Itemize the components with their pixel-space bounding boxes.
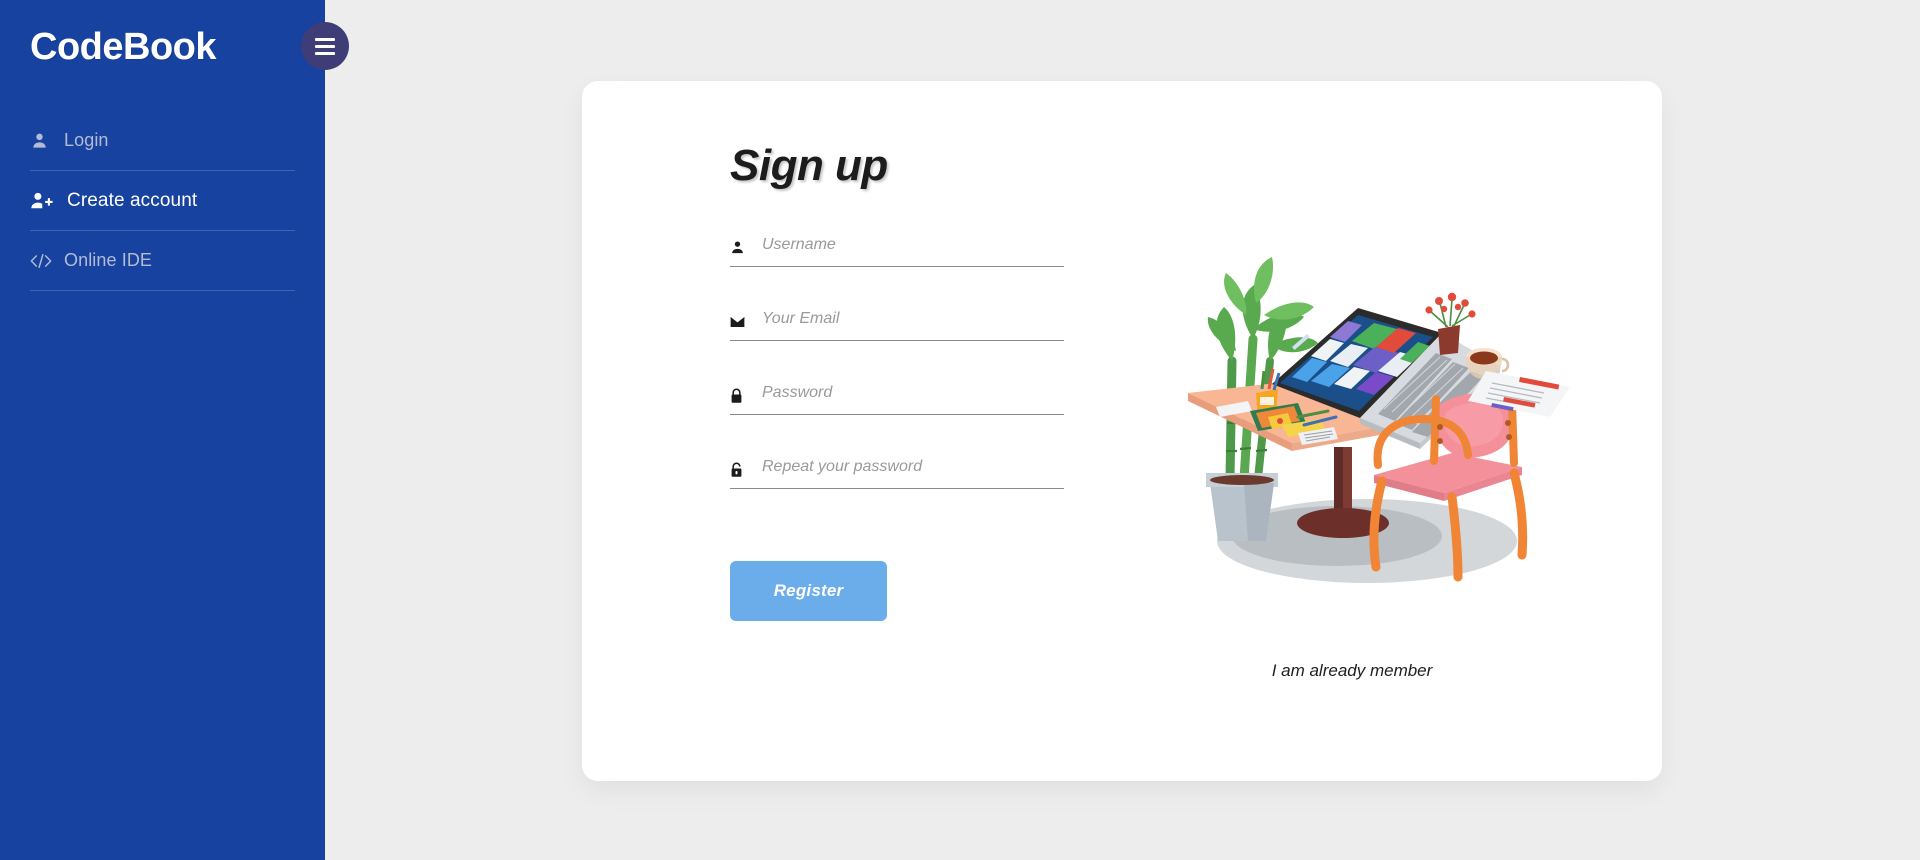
hamburger-bar-2: [315, 44, 335, 48]
page-title: Sign up: [730, 141, 888, 190]
code-icon: [30, 252, 64, 270]
sidebar-item-label-login: Login: [64, 130, 109, 150]
signup-illustration-panel: I am already member: [1122, 81, 1662, 781]
sidebar-item-online-ide[interactable]: Online IDE: [30, 231, 295, 291]
sidebar-item-label-create-account: Create account: [67, 189, 198, 211]
username-field[interactable]: [730, 229, 1064, 267]
already-member-link[interactable]: I am already member: [1122, 661, 1582, 681]
password-input[interactable]: [762, 383, 1064, 408]
confirm-password-input[interactable]: [762, 457, 1064, 482]
user-plus-icon: [30, 190, 64, 211]
mail-icon: [730, 316, 762, 328]
brand-logo: CodeBook: [30, 26, 217, 68]
signup-form-panel: Sign up Username Your Email Register: [582, 81, 1122, 781]
desk-workspace-illustration: [1152, 211, 1572, 631]
hamburger-bar-3: [315, 51, 335, 55]
confirm-password-field[interactable]: [730, 451, 1064, 489]
email-input[interactable]: [762, 309, 1064, 334]
hamburger-menu-button[interactable]: [301, 22, 349, 70]
lock-icon: [730, 388, 762, 404]
sidebar-nav: Login Create account Online IDE: [0, 111, 325, 291]
email-field[interactable]: [730, 303, 1064, 341]
sidebar: CodeBook Login Create account Online IDE: [0, 0, 325, 860]
username-input[interactable]: [762, 235, 1064, 260]
password-field[interactable]: [730, 377, 1064, 415]
sidebar-item-create-account[interactable]: Create account: [30, 171, 295, 231]
sidebar-item-login[interactable]: Login: [30, 111, 295, 171]
sidebar-item-label-online-ide: Online IDE: [64, 250, 153, 270]
signup-card: Sign up Username Your Email Register I a…: [582, 81, 1662, 781]
hamburger-bar-1: [315, 37, 335, 41]
user-icon: [30, 131, 64, 150]
signup-form: Register: [730, 229, 1064, 621]
lock-open-icon: [730, 462, 762, 478]
register-button[interactable]: Register: [730, 561, 887, 621]
user-icon: [730, 240, 762, 255]
